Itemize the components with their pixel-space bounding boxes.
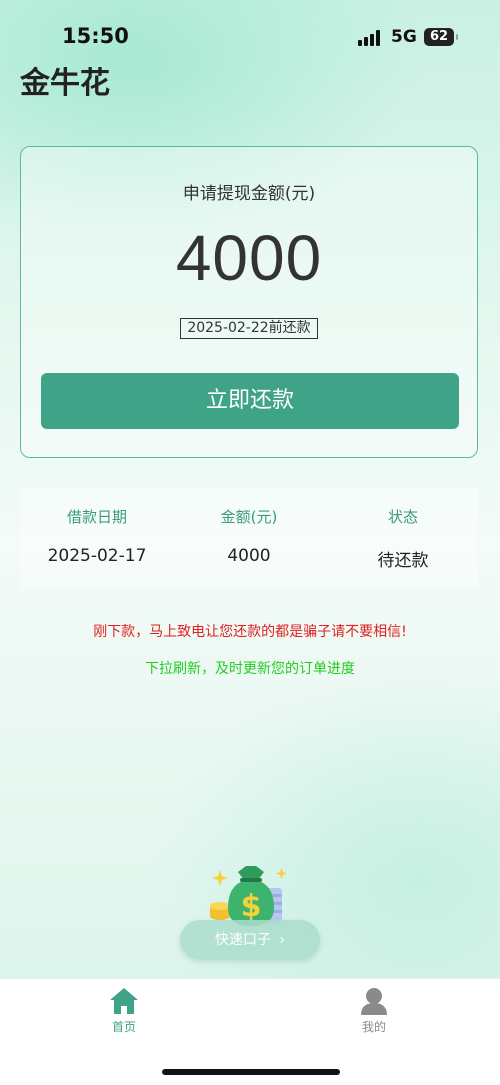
network-type: 5G <box>391 27 417 47</box>
battery-icon: 62 <box>424 28 458 46</box>
loan-status-cell: 待还款 <box>377 551 429 571</box>
tab-mine[interactable]: 我的 <box>324 987 424 1047</box>
loan-date-cell: 2025-02-17 <box>47 546 147 566</box>
tab-home[interactable]: 首页 <box>74 987 174 1047</box>
repay-now-button[interactable]: 立即还款 <box>41 373 459 429</box>
amount-card: 申请提现金额(元) 4000 2025-02-22前还款 立即还款 <box>20 146 478 458</box>
refresh-hint-notice: 下拉刷新，及时更新您的订单进度 <box>145 661 355 677</box>
due-date-wrap: 2025-02-22前还款 <box>21 317 477 339</box>
quick-loan-label: 快速口子 <box>214 932 271 948</box>
home-icon <box>110 988 138 1014</box>
signal-strength-icon <box>358 30 382 46</box>
quick-loan-button[interactable]: 快速口子 › <box>180 920 320 960</box>
app-title: 金牛花 <box>20 66 110 101</box>
tab-home-label: 首页 <box>111 1020 136 1034</box>
loan-amount-cell: 4000 <box>227 546 271 566</box>
tab-mine-label: 我的 <box>361 1020 386 1034</box>
column-header-loan-date: 借款日期 <box>66 508 127 526</box>
loan-table: 借款日期 金额(元) 状态 2025-02-17 4000 待还款 <box>20 488 478 588</box>
amount-label: 申请提现金额(元) <box>182 184 316 204</box>
home-indicator[interactable] <box>162 1069 340 1075</box>
chevron-right-icon: › <box>279 932 286 948</box>
bottom-tab-bar: 首页 我的 <box>0 978 500 1085</box>
user-icon <box>361 988 387 1015</box>
status-time: 15:50 <box>62 24 129 48</box>
column-header-status: 状态 <box>387 508 418 526</box>
column-header-amount: 金额(元) <box>220 508 278 526</box>
amount-value: 4000 <box>175 222 323 294</box>
battery-level: 62 <box>429 29 449 44</box>
due-date-badge: 2025-02-22前还款 <box>180 318 318 339</box>
svg-text:$: $ <box>241 889 262 924</box>
fraud-warning-notice: 刚下款，马上致电让您还款的都是骗子请不要相信! <box>93 624 407 640</box>
quick-loan-area: $ 快速口子 › <box>180 862 322 964</box>
